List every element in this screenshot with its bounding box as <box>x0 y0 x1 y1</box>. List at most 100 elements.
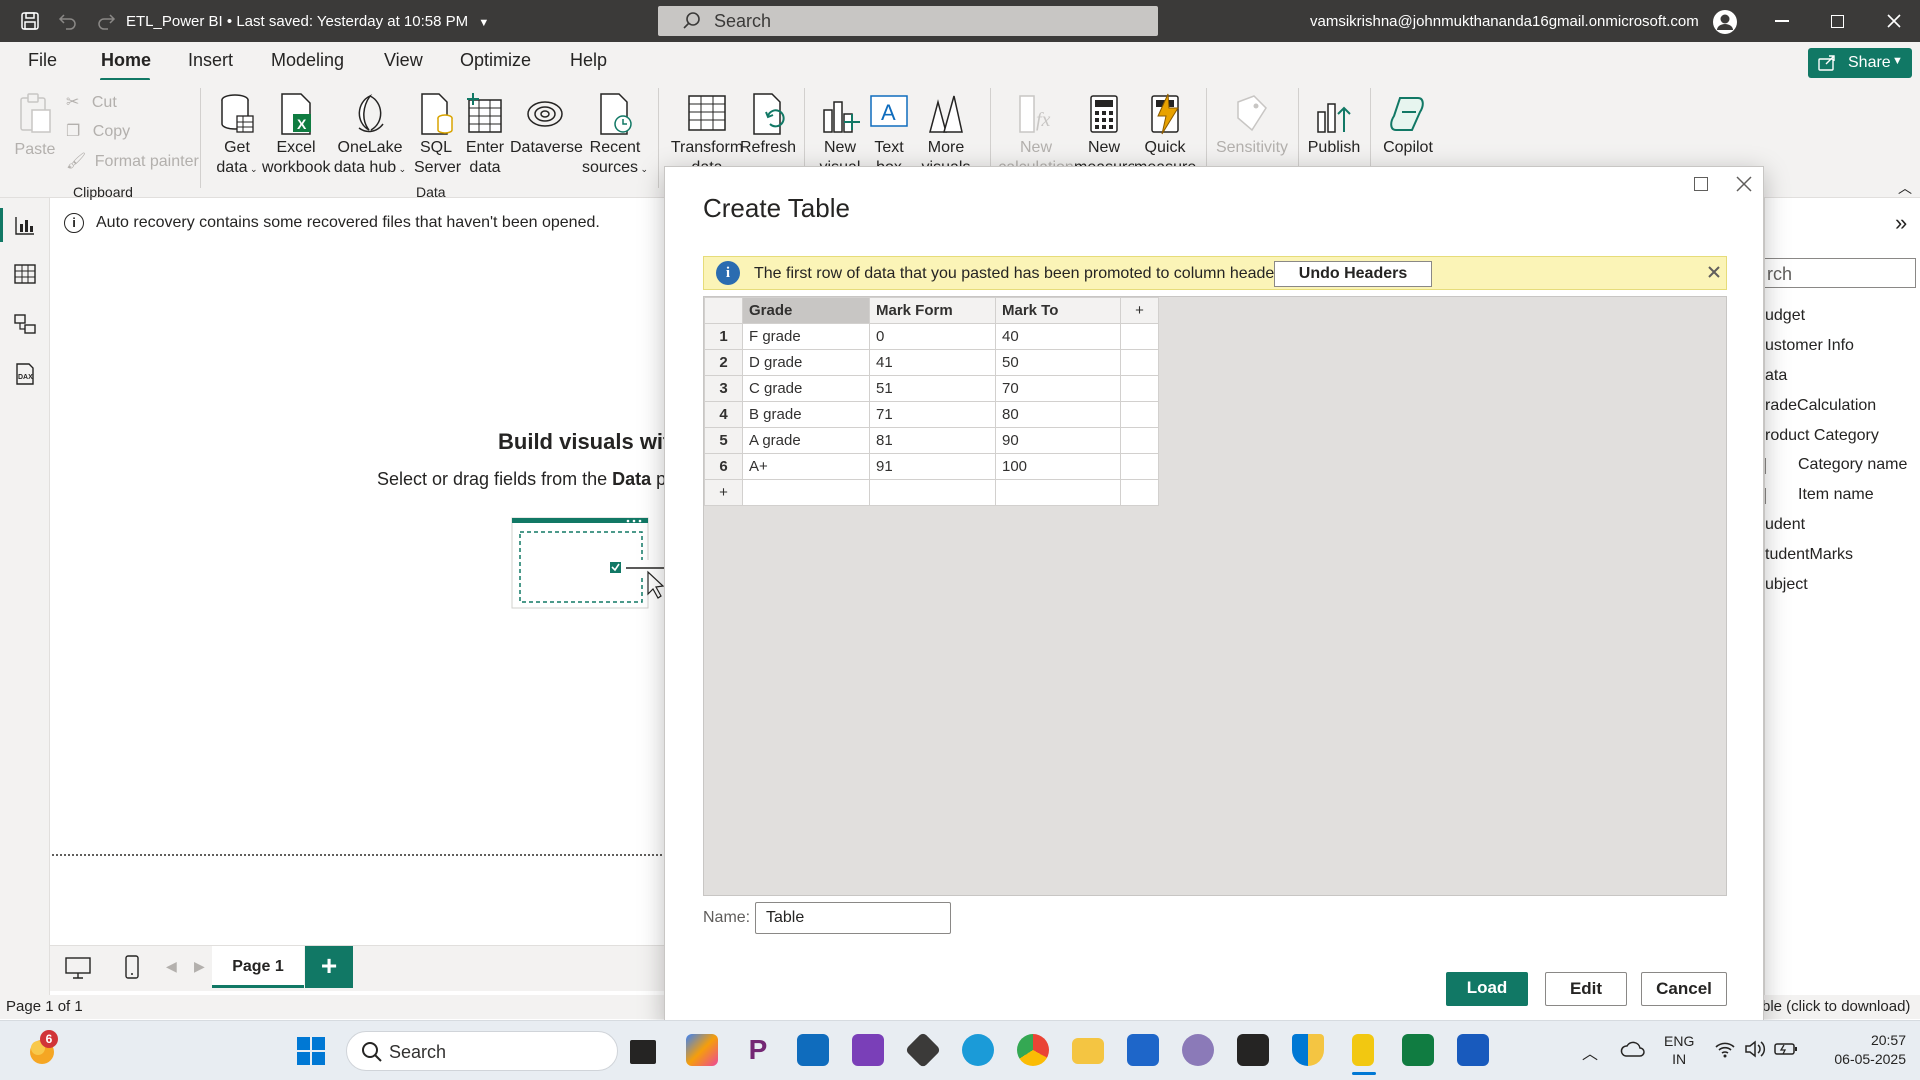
security-icon[interactable] <box>1292 1034 1324 1066</box>
empty-cell[interactable] <box>1120 323 1159 350</box>
sensitivity-button[interactable]: Sensitivity <box>1214 92 1290 158</box>
table-view-icon[interactable] <box>13 262 37 286</box>
dismiss-notice-icon[interactable] <box>1707 265 1721 279</box>
refresh-button[interactable]: Refresh <box>740 92 796 158</box>
undo-icon[interactable] <box>58 11 78 31</box>
powerapps-icon[interactable]: P <box>742 1034 774 1066</box>
close-icon[interactable] <box>1886 13 1902 29</box>
data-pane-item[interactable]: radeCalculation <box>1765 397 1876 415</box>
grid-cell[interactable]: 0 <box>869 323 996 350</box>
more-visuals-button[interactable]: More visuals <box>914 92 978 172</box>
field-checkbox[interactable] <box>1765 488 1766 504</box>
save-icon[interactable] <box>20 11 40 31</box>
desktop-layout-icon[interactable] <box>64 956 92 980</box>
file-title-menu[interactable]: ETL_Power BI • Last saved: Yesterday at … <box>126 13 489 30</box>
grid-cell[interactable]: 100 <box>995 453 1121 480</box>
visual-studio-icon[interactable] <box>852 1034 884 1066</box>
language-indicator[interactable]: ENG IN <box>1664 1032 1694 1068</box>
grid-cell[interactable]: C grade <box>742 375 870 402</box>
grid-cell[interactable]: 80 <box>995 401 1121 428</box>
cancel-button[interactable]: Cancel <box>1641 972 1727 1006</box>
column-header[interactable]: Mark To <box>995 297 1121 324</box>
clock[interactable]: 20:57 06-05-2025 <box>1818 1031 1906 1069</box>
menu-home[interactable]: Home <box>101 50 151 71</box>
recorder-icon[interactable] <box>1237 1034 1269 1066</box>
edit-button[interactable]: Edit <box>1545 972 1627 1006</box>
empty-cell[interactable] <box>1120 375 1159 402</box>
format-painter-button[interactable]: 🖌 Format painter <box>66 152 199 172</box>
empty-cell[interactable] <box>1120 453 1159 480</box>
enter-data-button[interactable]: Enter data <box>462 92 508 178</box>
empty-cell[interactable] <box>1120 427 1159 454</box>
menu-insert[interactable]: Insert <box>188 50 233 71</box>
grid-cell[interactable]: 70 <box>995 375 1121 402</box>
paste-button[interactable]: Paste <box>12 92 58 164</box>
empty-cell[interactable] <box>995 479 1121 506</box>
menu-help[interactable]: Help <box>570 50 607 71</box>
data-pane-item[interactable]: roduct Category <box>1765 427 1879 445</box>
file-explorer-icon[interactable] <box>1072 1038 1104 1064</box>
account-email[interactable]: vamsikrishna@johnmukthananda16gmail.onmi… <box>1310 13 1699 30</box>
data-pane-field[interactable]: Item name <box>1798 486 1874 504</box>
empty-cell[interactable] <box>742 479 870 506</box>
grid-cell[interactable]: F grade <box>742 323 870 350</box>
get-data-button[interactable]: Get data ⌄ <box>212 92 262 179</box>
redo-icon[interactable] <box>96 11 116 31</box>
recent-sources-button[interactable]: Recent sources ⌄ <box>582 92 648 179</box>
grid-cell[interactable]: 40 <box>995 323 1121 350</box>
maximize-icon[interactable] <box>1831 15 1844 28</box>
grid-cell[interactable]: 50 <box>995 349 1121 376</box>
dataverse-button[interactable]: Dataverse <box>510 92 583 158</box>
start-icon[interactable] <box>296 1036 326 1066</box>
battery-icon[interactable] <box>1774 1041 1798 1057</box>
powershell-icon[interactable] <box>1127 1034 1159 1066</box>
update-notice[interactable]: ble (click to download) <box>1762 998 1910 1015</box>
minimize-icon[interactable] <box>1775 20 1789 22</box>
new-calculation-button[interactable]: fx New calculation <box>998 92 1074 172</box>
grid-cell[interactable]: 91 <box>869 453 996 480</box>
grid-cell[interactable]: B grade <box>742 401 870 428</box>
taskbar-search[interactable]: Search <box>346 1031 618 1071</box>
menu-optimize[interactable]: Optimize <box>460 50 531 71</box>
word-app-icon[interactable] <box>1457 1034 1489 1066</box>
page-tab-page-1[interactable]: Page 1 <box>212 946 304 988</box>
chrome-icon[interactable] <box>1017 1034 1049 1066</box>
model-view-icon[interactable] <box>13 312 37 336</box>
grid-cell[interactable]: D grade <box>742 349 870 376</box>
corner-cell[interactable] <box>704 297 743 324</box>
text-box-button[interactable]: A Text box <box>866 92 912 172</box>
copy-button[interactable]: ❐ Copy <box>66 122 130 142</box>
task-view-icon[interactable] <box>630 1040 656 1064</box>
column-header[interactable]: Mark Form <box>869 297 996 324</box>
dialog-close-icon[interactable] <box>1735 175 1753 193</box>
data-pane-item[interactable]: udget <box>1765 307 1805 325</box>
edge-dev-icon[interactable] <box>962 1034 994 1066</box>
account-avatar-icon[interactable] <box>1712 9 1738 35</box>
undo-headers-button[interactable]: Undo Headers <box>1274 261 1432 287</box>
load-button[interactable]: Load <box>1446 972 1528 1006</box>
add-page-button[interactable]: + <box>305 946 353 988</box>
add-row-button[interactable]: + <box>704 479 743 506</box>
grid-cell[interactable]: A grade <box>742 427 870 454</box>
title-search-box[interactable]: Search <box>658 6 1158 36</box>
menu-view[interactable]: View <box>384 50 423 71</box>
empty-cell[interactable] <box>869 479 996 506</box>
new-measure-button[interactable]: New measure <box>1074 92 1134 172</box>
store-icon[interactable] <box>797 1034 829 1066</box>
new-visual-button[interactable]: New visual <box>816 92 864 172</box>
column-header[interactable]: Grade <box>742 297 870 324</box>
expand-pane-icon[interactable]: » <box>1895 210 1907 236</box>
quick-measure-button[interactable]: Quick measure <box>1134 92 1196 172</box>
dialog-maximize-icon[interactable] <box>1694 177 1708 191</box>
grid-cell[interactable]: A+ <box>742 453 870 480</box>
share-button[interactable]: Share ▼ <box>1808 48 1912 78</box>
excel-workbook-button[interactable]: X Excel workbook <box>262 92 330 178</box>
grid-cell[interactable]: 81 <box>869 427 996 454</box>
transform-data-button[interactable]: Transform data <box>670 92 744 172</box>
power-bi-icon[interactable] <box>1352 1034 1374 1066</box>
prev-page-icon[interactable]: ◀ <box>166 958 177 975</box>
edge-icon[interactable] <box>1182 1034 1214 1066</box>
show-hidden-icons[interactable]: ︿ <box>1582 1040 1598 1064</box>
next-page-icon[interactable]: ▶ <box>194 958 205 975</box>
empty-cell[interactable] <box>1120 479 1159 506</box>
